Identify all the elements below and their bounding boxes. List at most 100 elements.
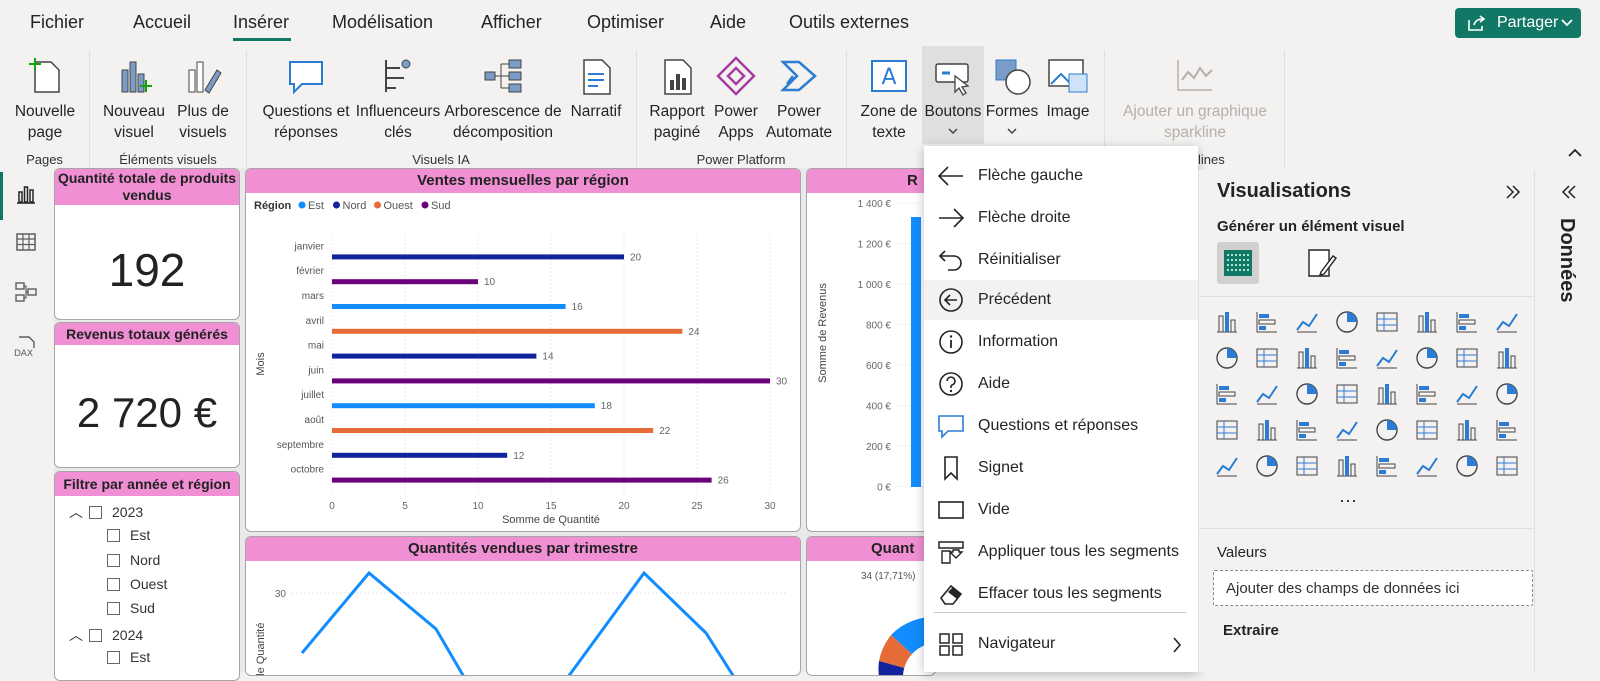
kpi-card-quantity[interactable]: Quantité totale de produits vendus 192 xyxy=(54,168,240,320)
bar[interactable] xyxy=(332,279,478,285)
slicer-item-2023[interactable]: ︿ 2023 xyxy=(69,502,143,522)
table-icon[interactable] xyxy=(1333,416,1363,446)
more-visuals-button[interactable]: Plus de visuels xyxy=(170,46,236,146)
slicer-item-nord[interactable]: Nord xyxy=(107,552,160,568)
filled-map-icon[interactable] xyxy=(1333,380,1363,410)
pie-chart-icon[interactable] xyxy=(1493,344,1523,374)
checkbox[interactable] xyxy=(89,629,102,642)
report-view-icon[interactable] xyxy=(14,182,38,206)
tab-inserer[interactable]: Insérer xyxy=(233,12,289,33)
stacked-bar-icon[interactable] xyxy=(1213,308,1243,338)
slicer-item-sud[interactable]: Sud xyxy=(107,600,155,616)
qna-button[interactable]: Questions et réponses xyxy=(258,46,354,146)
100-bar-icon[interactable] xyxy=(1373,308,1403,338)
r-visual-icon[interactable] xyxy=(1413,416,1443,446)
azure-map-icon[interactable] xyxy=(1413,380,1443,410)
menu-item-back[interactable]: Précédent xyxy=(924,280,1198,320)
shape-map-icon[interactable] xyxy=(1373,380,1403,410)
100-column-icon[interactable] xyxy=(1413,308,1443,338)
power-apps-icon[interactable] xyxy=(1413,452,1443,482)
narrative-button[interactable]: Narratif xyxy=(564,46,628,146)
bar[interactable] xyxy=(332,378,770,384)
new-visual-button[interactable]: Nouveau visuel xyxy=(98,46,170,146)
waterfall-icon[interactable] xyxy=(1373,344,1403,374)
decomposition-tree-icon[interactable] xyxy=(1213,452,1243,482)
slicer-year-region[interactable]: Filtre par année et région ︿ 2023 Est Nor… xyxy=(54,471,240,681)
checkbox[interactable] xyxy=(107,651,120,664)
tab-optimiser[interactable]: Optimiser xyxy=(587,12,664,33)
menu-item-navigator[interactable]: Navigateur xyxy=(924,624,1198,664)
line-chart-quarterly[interactable]: Quantités vendues par trimestre de Quant… xyxy=(245,536,801,676)
tab-outils-externes[interactable]: Outils externes xyxy=(789,12,909,33)
checkbox[interactable] xyxy=(107,602,120,615)
kpi-icon[interactable] xyxy=(1253,416,1283,446)
slicer-item-ouest[interactable]: Ouest xyxy=(107,576,167,592)
line-clustered-icon[interactable] xyxy=(1293,344,1323,374)
bar[interactable] xyxy=(332,403,595,409)
menu-item-arrow-left[interactable]: Flèche gauche xyxy=(924,156,1198,196)
donut-chart-icon[interactable] xyxy=(1213,380,1243,410)
chevron-up-icon[interactable]: ︿ xyxy=(69,502,83,522)
menu-item-qna[interactable]: Questions et réponses xyxy=(924,406,1198,446)
bar[interactable] xyxy=(332,254,624,260)
values-drop-zone[interactable]: Ajouter des champs de données ici xyxy=(1213,570,1533,606)
menu-item-apply-slicers[interactable]: Appliquer tous les segments xyxy=(924,532,1198,572)
map-icon[interactable] xyxy=(1293,380,1323,410)
menu-item-reset[interactable]: Réinitialiser xyxy=(924,240,1198,280)
checkbox[interactable] xyxy=(89,506,102,519)
arcgis-icon[interactable] xyxy=(1493,452,1523,482)
bar[interactable] xyxy=(332,328,683,334)
model-view-icon[interactable] xyxy=(14,280,38,304)
bar[interactable] xyxy=(332,428,654,433)
tab-accueil[interactable]: Accueil xyxy=(133,12,191,33)
line-stacked-icon[interactable] xyxy=(1253,344,1283,374)
checkbox[interactable] xyxy=(107,529,120,542)
build-visual-tab[interactable] xyxy=(1217,242,1259,284)
ribbon-chart-icon[interactable] xyxy=(1333,344,1363,374)
stacked-area-icon[interactable] xyxy=(1213,344,1243,374)
gauge-icon[interactable] xyxy=(1453,380,1483,410)
stacked-column-icon[interactable] xyxy=(1253,308,1283,338)
kpi-card-revenue[interactable]: Revenus totaux générés 2 720 € xyxy=(54,322,240,468)
treemap-icon[interactable] xyxy=(1253,380,1283,410)
share-button[interactable]: Partager xyxy=(1455,8,1581,38)
narrative-icon[interactable] xyxy=(1293,452,1323,482)
matrix-icon[interactable] xyxy=(1373,416,1403,446)
bar[interactable] xyxy=(332,477,712,483)
slicer-icon[interactable] xyxy=(1293,416,1323,446)
power-automate-button[interactable]: Power Automate xyxy=(762,46,836,146)
chevron-up-icon[interactable]: ︿ xyxy=(69,625,83,645)
revenue-bar[interactable] xyxy=(911,217,921,487)
tab-fichier[interactable]: Fichier xyxy=(30,12,84,33)
tab-aide[interactable]: Aide xyxy=(710,12,746,33)
more-visuals-ellipsis[interactable]: ··· xyxy=(1339,490,1357,511)
scatter-icon[interactable] xyxy=(1453,344,1483,374)
checkbox[interactable] xyxy=(107,578,120,591)
line-series-left[interactable] xyxy=(300,570,465,676)
funnel-icon[interactable] xyxy=(1413,344,1443,374)
clustered-column-icon[interactable] xyxy=(1333,308,1363,338)
dax-query-view-icon[interactable]: DAX xyxy=(14,334,40,358)
goals-icon[interactable] xyxy=(1333,452,1363,482)
multirow-card-icon[interactable] xyxy=(1213,416,1243,446)
menu-item-help[interactable]: Aide xyxy=(924,364,1198,404)
pie-chart-quantity[interactable]: Quant 34 (17,71%) xyxy=(806,536,936,676)
menu-item-arrow-right[interactable]: Flèche droite xyxy=(924,198,1198,238)
area-chart-icon[interactable] xyxy=(1493,308,1523,338)
tab-afficher[interactable]: Afficher xyxy=(481,12,542,33)
line-chart-icon[interactable] xyxy=(1453,308,1483,338)
image-button[interactable]: Image xyxy=(1040,46,1096,146)
qna-icon[interactable] xyxy=(1253,452,1283,482)
slicer-item-est[interactable]: Est xyxy=(107,527,150,543)
slicer-item-2024[interactable]: ︿ 2024 xyxy=(69,625,143,645)
decomposition-tree-button[interactable]: Arborescence de décomposition xyxy=(442,46,564,146)
new-page-button[interactable]: Nouvelle page xyxy=(6,46,84,146)
checkbox[interactable] xyxy=(107,554,120,567)
column-chart-revenue[interactable]: R Somme de Revenus 1 400 € 1 200 € 1 000 €… xyxy=(806,168,936,532)
power-automate-icon[interactable] xyxy=(1453,452,1483,482)
menu-item-clear-slicers[interactable]: Effacer tous les segments xyxy=(924,574,1198,614)
line-series-right[interactable] xyxy=(567,570,735,676)
bar[interactable] xyxy=(332,452,508,458)
buttons-button[interactable]: Boutons xyxy=(922,46,984,144)
format-visual-icon[interactable] xyxy=(1305,246,1339,280)
